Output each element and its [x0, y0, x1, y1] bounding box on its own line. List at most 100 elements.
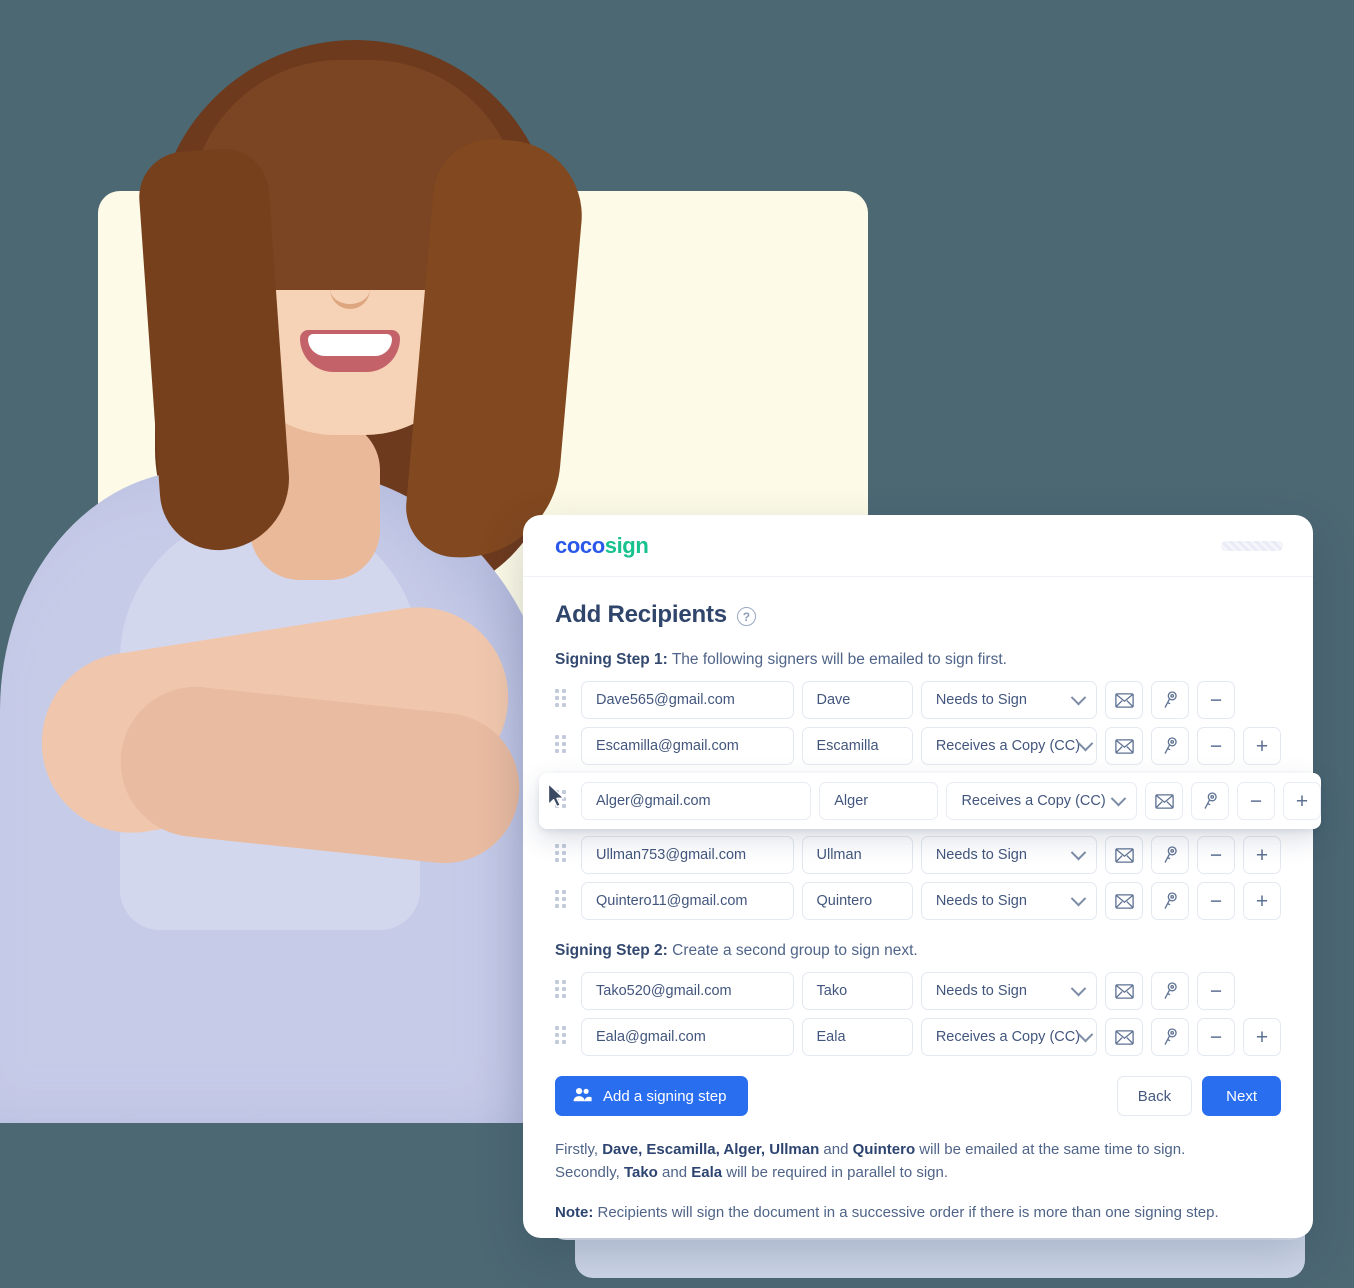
recipient-email-input[interactable]: Alger@gmail.com [581, 782, 812, 820]
minus-icon: − [1209, 889, 1223, 913]
recipient-role-select[interactable]: Receives a Copy (CC) [920, 727, 1097, 765]
add-recipients-card: cocosign Add Recipients ? Signing Step 1… [523, 515, 1321, 1238]
access-code-button[interactable] [1151, 1018, 1189, 1056]
summary-first-text: and [819, 1141, 853, 1158]
summary-second-emphasis: Eala [691, 1164, 723, 1182]
recipient-row[interactable]: Tako520@gmail.comTakoNeeds to Sign−+ [555, 972, 1281, 1010]
drag-handle-icon[interactable] [555, 890, 569, 912]
summary-second-emphasis: Tako [623, 1164, 658, 1182]
recipient-email-input[interactable]: Eala@gmail.com [581, 1018, 794, 1056]
recipient-role-value: Needs to Sign [935, 692, 1027, 708]
recipient-row[interactable]: Alger@gmail.com Alger Receives a Copy (CC)… [539, 773, 1321, 829]
remove-recipient-button[interactable]: − [1197, 972, 1235, 1010]
access-code-button[interactable] [1151, 836, 1189, 874]
recipient-role-value: Needs to Sign [935, 983, 1027, 999]
access-code-button[interactable] [1151, 972, 1189, 1010]
question-circle-icon[interactable]: ? [736, 607, 756, 626]
signing-step-label-1: Signing Step 1: The following signers wi… [555, 651, 1007, 668]
email-recipient-button[interactable] [1105, 727, 1143, 765]
back-button[interactable]: Back [1116, 1076, 1193, 1116]
recipient-role-select[interactable]: Needs to Sign [920, 972, 1097, 1010]
minus-icon: − [1249, 789, 1263, 813]
recipient-name-input[interactable]: Quintero [801, 882, 913, 920]
access-code-button[interactable] [1191, 782, 1229, 820]
recipient-role-select[interactable]: Receives a Copy (CC) [920, 1018, 1097, 1056]
plus-icon: + [1255, 734, 1269, 758]
recipient-email-input[interactable]: Dave565@gmail.com [581, 681, 794, 719]
recipient-email-input[interactable]: Escamilla@gmail.com [581, 727, 794, 765]
drag-handle-icon[interactable] [555, 689, 569, 711]
add-recipient-button[interactable]: + [1243, 727, 1281, 765]
remove-recipient-button[interactable]: − [1197, 681, 1235, 719]
email-recipient-button[interactable] [1105, 972, 1143, 1010]
drag-handle-icon[interactable] [555, 980, 569, 1002]
summary-note-text: Recipients will sign the document in a s… [593, 1203, 1219, 1221]
add-signing-step-button[interactable]: Add a signing step [555, 1076, 749, 1116]
drag-handle-icon[interactable] [555, 1026, 569, 1048]
remove-recipient-button[interactable]: − [1197, 1018, 1235, 1056]
summary-text: Firstly, Dave, Escamilla, Alger, Ullman … [555, 1138, 1281, 1224]
recipient-name-input[interactable]: Tako [801, 972, 913, 1010]
drag-handle-icon[interactable] [555, 790, 569, 812]
email-recipient-button[interactable] [1105, 836, 1143, 874]
recipient-name-input[interactable]: Alger [819, 782, 939, 820]
remove-recipient-button[interactable]: − [1197, 836, 1235, 874]
action-button-row: Add a signing step Back Next [555, 1076, 1281, 1116]
signing-step-title: Signing Step 1: [555, 651, 668, 668]
email-recipient-button[interactable] [1145, 782, 1183, 820]
recipient-email-input[interactable]: Ullman753@gmail.com [581, 836, 794, 874]
remove-recipient-button[interactable]: − [1197, 727, 1235, 765]
recipient-role-value: Receives a Copy (CC) [935, 1029, 1081, 1045]
recipient-role-select[interactable]: Needs to Sign [920, 882, 1097, 920]
recipient-row[interactable]: Quintero11@gmail.com Quintero Needs to Sig… [555, 882, 1281, 920]
add-recipient-button[interactable]: + [1243, 882, 1281, 920]
recipient-name-input[interactable]: Ullman [801, 836, 913, 874]
recipient-name-input[interactable]: Eala [801, 1018, 913, 1056]
add-recipient-button[interactable]: + [1283, 782, 1321, 820]
logo-text-coco: coco [555, 532, 605, 558]
plus-icon: + [1255, 889, 1269, 913]
recipient-row[interactable]: Dave565@gmail.comDaveNeeds to Sign−+ [555, 681, 1281, 719]
add-recipient-button[interactable]: + [1243, 1018, 1281, 1056]
email-recipient-button[interactable] [1105, 681, 1143, 719]
chevron-down-icon [1070, 689, 1087, 705]
signing-steps-container: Signing Step 1: The following signers wi… [539, 651, 1321, 1056]
chevron-down-icon [1070, 980, 1087, 996]
recipient-email-input[interactable]: Tako520@gmail.com [581, 972, 794, 1010]
recipient-role-select[interactable]: Needs to Sign [920, 681, 1097, 719]
drag-handle-icon[interactable] [555, 844, 569, 866]
recipient-role-select[interactable]: Receives a Copy (CC) [946, 782, 1137, 820]
access-code-button[interactable] [1151, 882, 1189, 920]
email-recipient-button[interactable] [1105, 1018, 1143, 1056]
recipient-row[interactable]: Ullman753@gmail.com Ullman Needs to Sign − + [555, 836, 1281, 874]
cocosign-logo[interactable]: cocosign [555, 532, 649, 559]
minus-icon: − [1209, 1025, 1223, 1049]
summary-note: Note: Recipients will sign the document … [555, 1201, 1281, 1224]
summary-first-emphasis: Quintero [852, 1141, 916, 1158]
remove-recipient-button[interactable]: − [1197, 882, 1235, 920]
summary-first-emphasis: Dave, Escamilla, Alger, Ullman [602, 1141, 820, 1158]
summary-second-text: Secondly, [555, 1164, 624, 1182]
access-code-button[interactable] [1151, 681, 1189, 719]
page-title: Add Recipients [555, 601, 727, 628]
next-button[interactable]: Next [1202, 1076, 1281, 1116]
recipient-role-value: Receives a Copy (CC) [935, 738, 1081, 754]
header-placeholder-pill [1221, 540, 1283, 551]
access-code-button[interactable] [1151, 727, 1189, 765]
recipient-email-input[interactable]: Quintero11@gmail.com [581, 882, 794, 920]
recipient-row[interactable]: Eala@gmail.com Eala Receives a Copy (CC) − + [555, 1018, 1281, 1056]
chevron-down-icon [1110, 790, 1127, 806]
plus-icon: + [1255, 1025, 1269, 1049]
add-recipient-button[interactable]: + [1243, 836, 1281, 874]
summary-second-text: will be required in parallel to sign. [722, 1164, 949, 1182]
recipient-name-input[interactable]: Escamilla [801, 727, 913, 765]
recipient-role-select[interactable]: Needs to Sign [920, 836, 1097, 874]
drag-handle-icon[interactable] [555, 735, 569, 757]
page-title-row: Add Recipients ? [555, 601, 1281, 629]
chevron-down-icon [1077, 1026, 1094, 1042]
remove-recipient-button[interactable]: − [1237, 782, 1275, 820]
app-header: cocosign [523, 515, 1313, 577]
recipient-name-input[interactable]: Dave [801, 681, 913, 719]
recipient-row[interactable]: Escamilla@gmail.com Escamilla Receives a C… [555, 727, 1281, 765]
email-recipient-button[interactable] [1105, 882, 1143, 920]
